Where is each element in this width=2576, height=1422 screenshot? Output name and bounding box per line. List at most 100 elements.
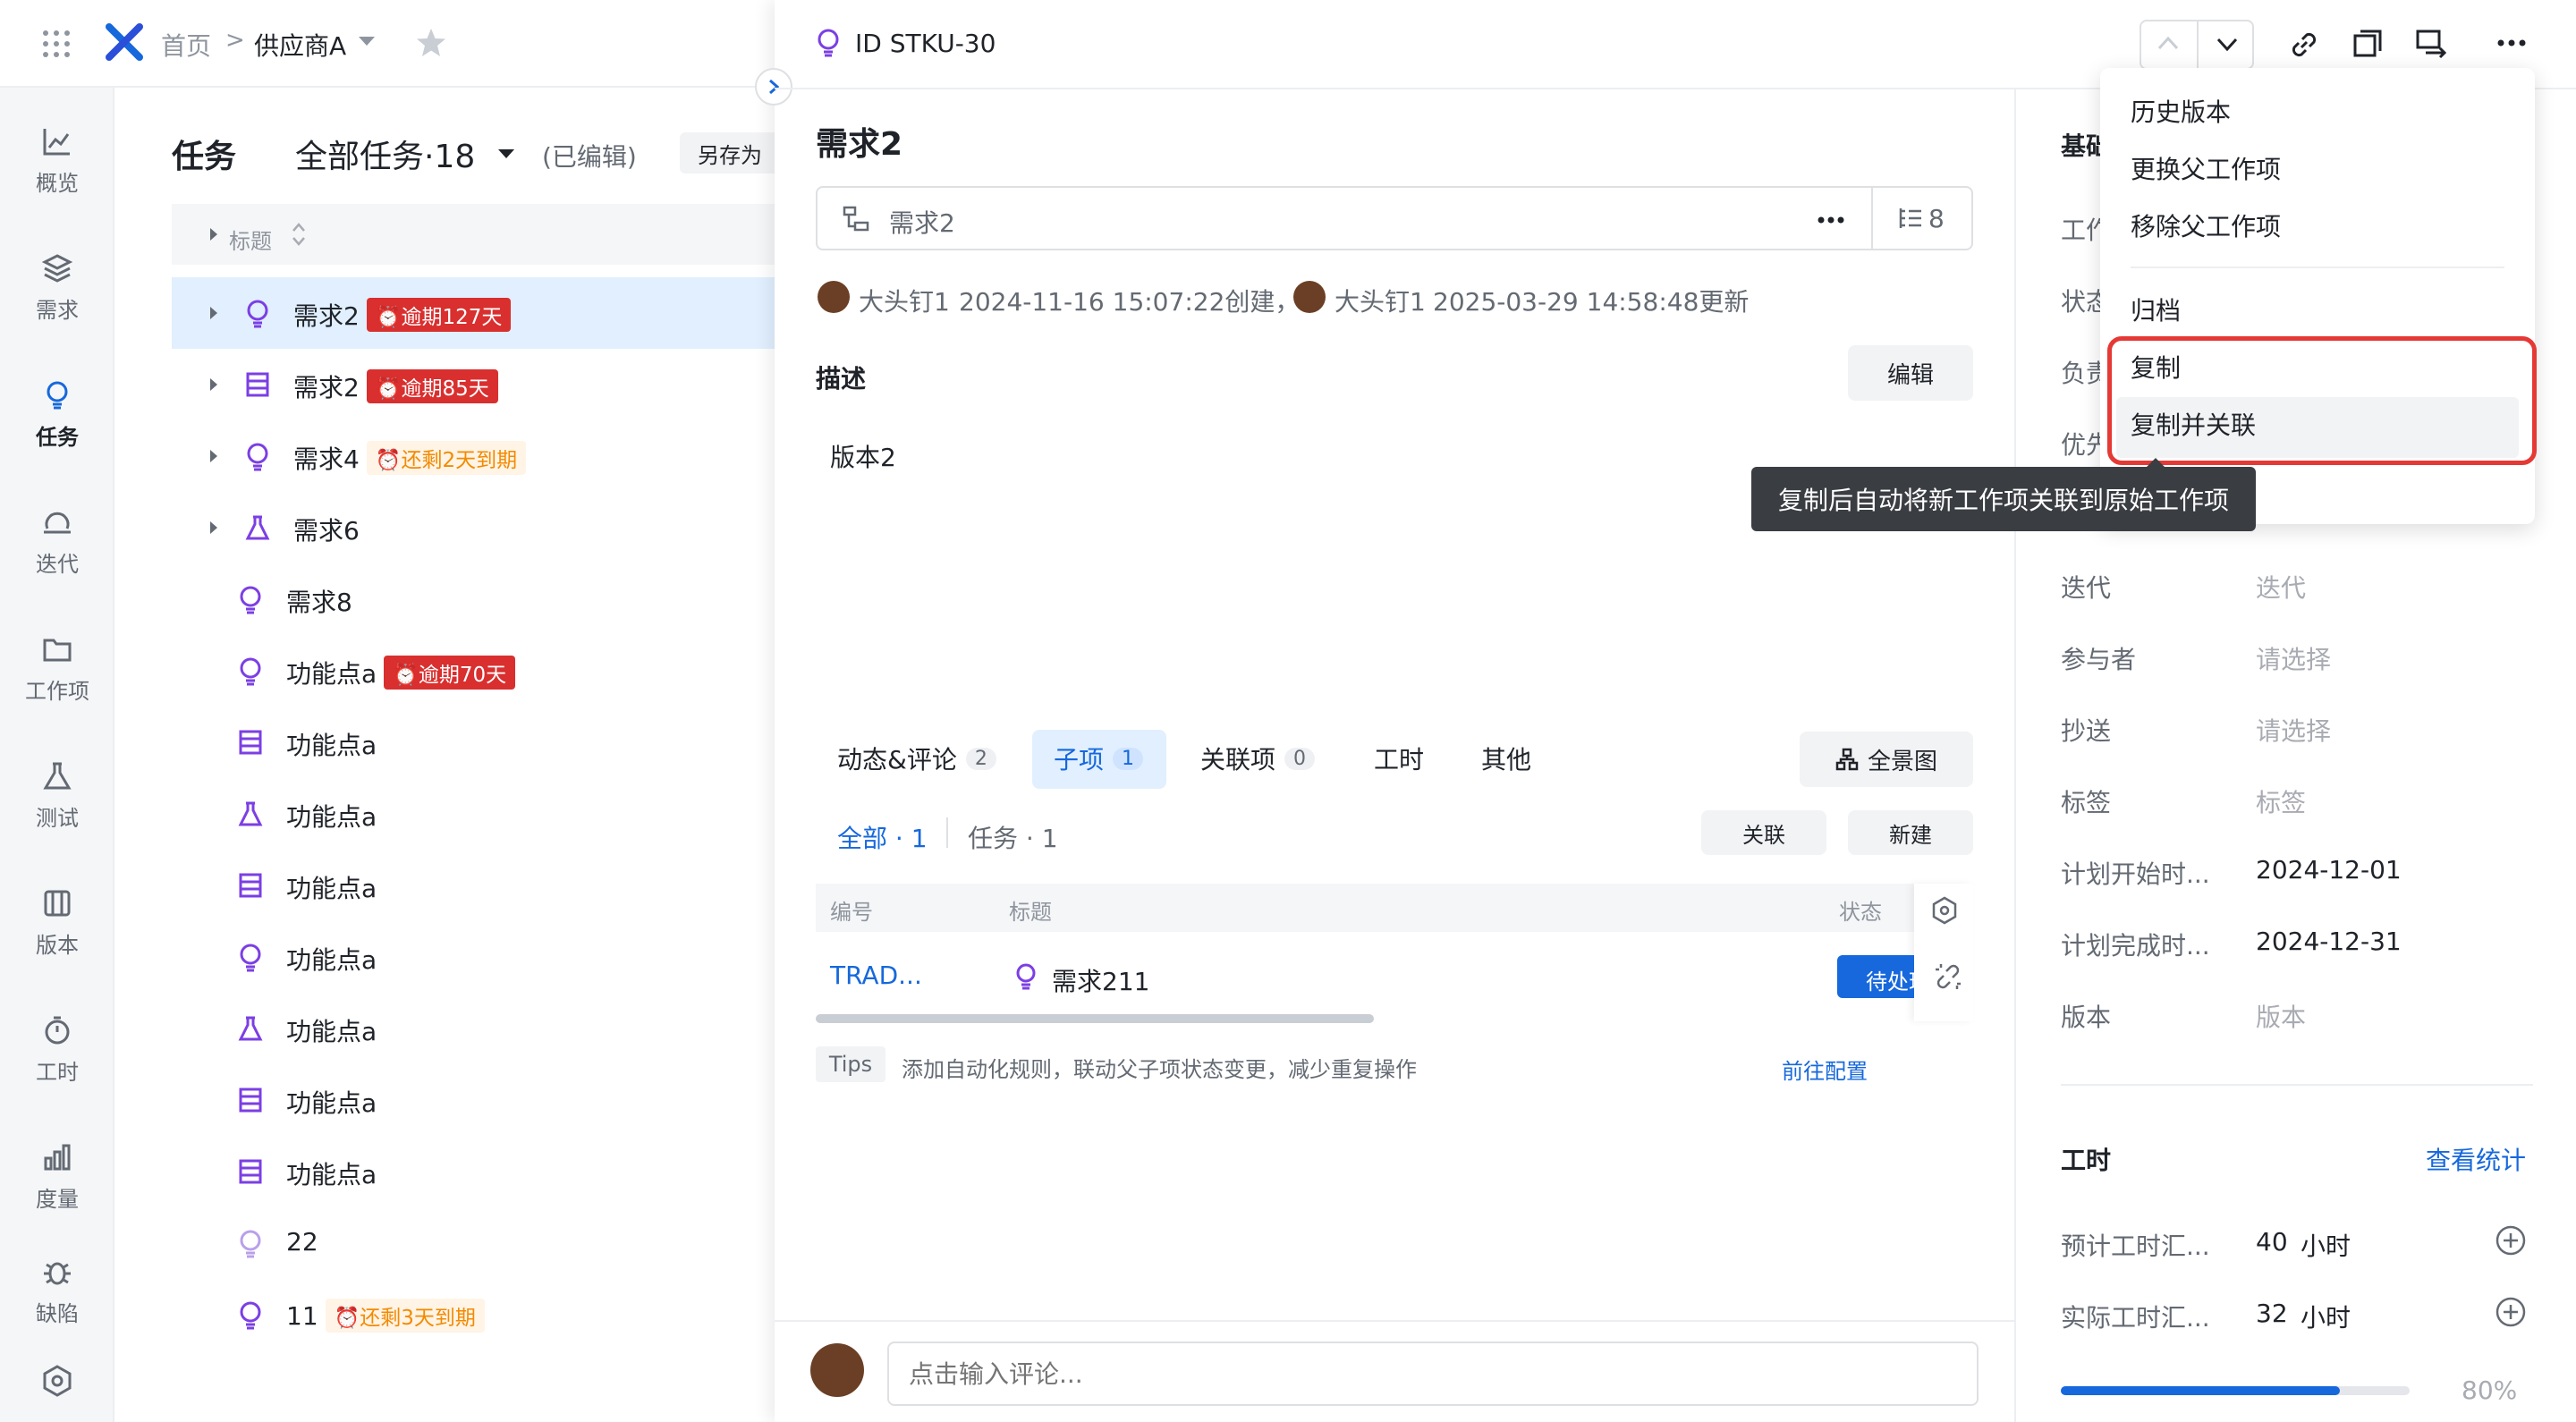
field-value[interactable]: 2024-12-31 — [2256, 927, 2402, 956]
list-item[interactable]: 功能点a — [172, 778, 780, 850]
more-icon[interactable] — [2497, 39, 2526, 47]
app-grid-icon[interactable] — [41, 29, 72, 59]
bulb-icon — [42, 380, 72, 411]
link-icon[interactable] — [2288, 29, 2320, 61]
caret-right-icon[interactable] — [209, 306, 218, 320]
column-title-header[interactable]: 标题 — [229, 224, 272, 255]
view-stats-link[interactable]: 查看统计 — [2426, 1141, 2526, 1177]
filter-all[interactable]: 全部 · 1 — [837, 819, 928, 855]
menu-item-archive[interactable]: 归档 — [2131, 292, 2181, 327]
list-item[interactable]: 11 ⏰还剩3天到期 — [172, 1279, 780, 1350]
add-circle-icon[interactable] — [2496, 1297, 2526, 1327]
list-item[interactable]: 功能点a — [172, 1064, 780, 1136]
list-item[interactable]: 需求2 ⏰逾期85天 — [172, 349, 780, 420]
field-value[interactable]: 标签 — [2256, 783, 2306, 819]
list-item[interactable]: 需求8 — [172, 563, 780, 635]
switch-view-icon[interactable] — [2415, 29, 2447, 59]
rail-item-workitems[interactable]: 工作项 — [0, 615, 114, 723]
list-item[interactable]: 需求4 ⏰还剩2天到期 — [172, 420, 780, 492]
comment-input[interactable] — [887, 1342, 1979, 1406]
bulb-icon — [238, 586, 263, 614]
list-item[interactable]: 功能点a — [172, 993, 780, 1064]
caret-right-icon[interactable] — [209, 377, 218, 392]
field-value[interactable]: 请选择 — [2256, 712, 2331, 748]
list-icon — [238, 1158, 263, 1185]
rail-item-requirements[interactable]: 需求 — [0, 234, 114, 342]
list-item[interactable]: 功能点a — [172, 850, 780, 921]
list-item[interactable]: 功能点a — [172, 921, 780, 993]
menu-item-change-parent[interactable]: 更换父工作项 — [2131, 150, 2281, 186]
caret-right-icon[interactable] — [209, 227, 218, 241]
sort-icon[interactable] — [292, 222, 306, 247]
child-row-id[interactable]: TRAD... — [830, 961, 922, 990]
rail-item-metrics[interactable]: 度量 — [0, 1123, 114, 1231]
overview-button[interactable]: 全景图 — [1800, 732, 1973, 787]
more-icon[interactable] — [1818, 216, 1844, 224]
breadcrumb-home[interactable]: 首页 — [161, 27, 211, 63]
rail-item-versions[interactable]: 版本 — [0, 869, 114, 977]
list-item[interactable]: 功能点a ⏰逾期70天 — [172, 635, 780, 707]
chevron-up-icon[interactable] — [2157, 36, 2179, 50]
status-badge[interactable]: 待处理 — [1837, 955, 1914, 998]
list-item[interactable]: 需求6 — [172, 492, 780, 563]
tab-other[interactable]: 其他 — [1481, 730, 1531, 787]
tab-worktime[interactable]: 工时 — [1374, 730, 1424, 787]
field-value[interactable]: 请选择 — [2256, 640, 2331, 676]
tree-icon — [843, 206, 869, 233]
menu-item-history[interactable]: 历史版本 — [2131, 93, 2231, 129]
tab-children[interactable]: 子项 1 — [1054, 730, 1144, 787]
flask-icon — [238, 800, 263, 827]
rail-item-overview[interactable]: 概览 — [0, 107, 114, 215]
rail-item-iterations[interactable]: 迭代 — [0, 488, 114, 596]
child-row-title[interactable]: 需求211 — [1052, 962, 1149, 998]
rail-item-testing[interactable]: 测试 — [0, 742, 114, 850]
list-item[interactable]: 需求2 ⏰逾期127天 — [172, 277, 780, 349]
field-value[interactable]: 2024-12-01 — [2256, 855, 2402, 885]
list-item[interactable]: 22 — [172, 1207, 780, 1279]
unlink-icon[interactable] — [1934, 962, 1962, 991]
list-item-title: 功能点a — [286, 874, 377, 903]
tips-config-link[interactable]: 前往配置 — [1782, 1054, 1868, 1085]
actual-worktime-value[interactable]: 32 — [2256, 1299, 2288, 1328]
child-count[interactable]: 8 — [1928, 204, 1945, 233]
edit-button[interactable]: 编辑 — [1848, 345, 1973, 401]
settings-icon[interactable] — [41, 1365, 73, 1397]
rail-item-bugs[interactable]: 缺陷 — [0, 1250, 114, 1333]
chevron-down-icon[interactable] — [2216, 38, 2238, 52]
caret-down-icon[interactable] — [358, 36, 376, 47]
star-icon[interactable] — [415, 27, 447, 59]
bulb-icon — [245, 300, 270, 328]
tab-activity[interactable]: 动态&评论 2 — [837, 730, 996, 787]
collapse-panel-button[interactable] — [755, 68, 792, 106]
list-item[interactable]: 功能点a — [172, 707, 780, 778]
estimated-worktime-value[interactable]: 40 — [2256, 1227, 2288, 1257]
add-circle-icon[interactable] — [2496, 1225, 2526, 1256]
copy-window-icon[interactable] — [2352, 29, 2383, 59]
edited-label: (已编辑) — [542, 142, 637, 172]
menu-item-remove-parent[interactable]: 移除父工作项 — [2131, 207, 2281, 243]
horizontal-scrollbar[interactable] — [816, 1014, 1374, 1023]
child-list-icon — [1898, 206, 1923, 231]
list-item-title: 需求2 — [293, 301, 360, 331]
new-button[interactable]: 新建 — [1848, 810, 1973, 855]
parent-title[interactable]: 需求2 — [889, 204, 955, 240]
workitem-title[interactable]: 需求2 — [816, 118, 902, 165]
view-selector[interactable]: 全部任务·18 — [295, 131, 475, 177]
breadcrumb-project[interactable]: 供应商A — [254, 27, 346, 63]
rail-item-tasks[interactable]: 任务 — [0, 361, 114, 469]
parent-bar[interactable] — [816, 186, 1973, 250]
field-value[interactable]: 迭代 — [2256, 569, 2306, 605]
parent-bar-divider — [1871, 188, 1873, 249]
caret-down-icon[interactable] — [497, 148, 515, 159]
link-button[interactable]: 关联 — [1701, 810, 1826, 855]
save-as-button[interactable]: 另存为 — [680, 132, 780, 174]
list-item[interactable]: 功能点a — [172, 1136, 780, 1207]
rail-item-worktime[interactable]: 工时 — [0, 996, 114, 1104]
settings-icon[interactable] — [1930, 896, 1959, 925]
caret-right-icon[interactable] — [209, 449, 218, 463]
description-text[interactable]: 版本2 — [830, 438, 896, 474]
tab-linked[interactable]: 关联项 0 — [1200, 730, 1316, 787]
filter-task[interactable]: 任务 · 1 — [968, 819, 1058, 855]
caret-right-icon[interactable] — [209, 521, 218, 535]
field-value[interactable]: 版本 — [2256, 998, 2306, 1034]
